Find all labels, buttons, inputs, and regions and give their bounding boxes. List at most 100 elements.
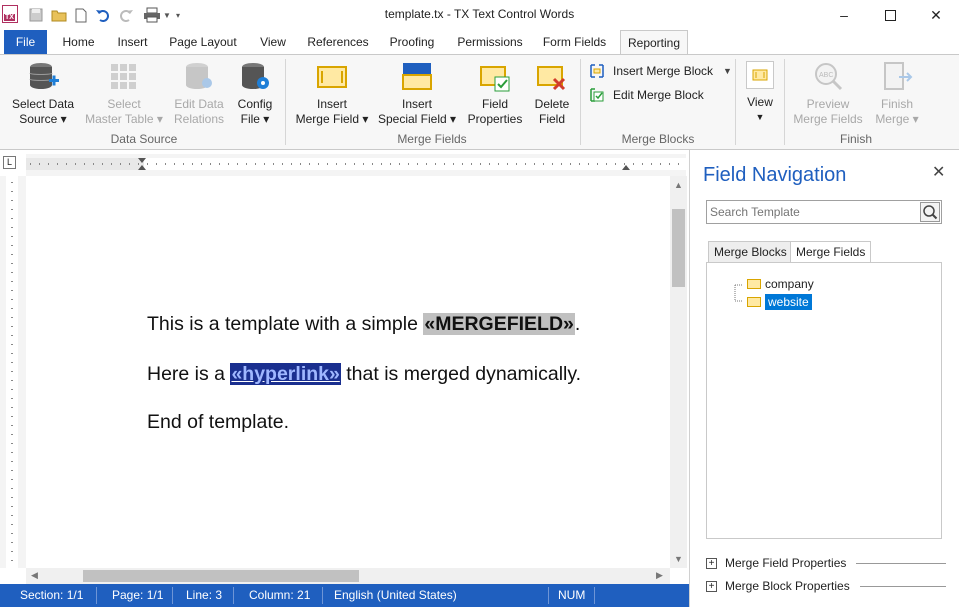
horizontal-scroll-thumb[interactable] — [83, 570, 359, 582]
scroll-left-icon[interactable]: ◀ — [31, 570, 38, 581]
ruler-tick — [246, 163, 247, 165]
scroll-down-icon[interactable]: ▼ — [674, 554, 683, 564]
horizontal-ruler[interactable] — [26, 154, 686, 176]
tab-home[interactable]: Home — [55, 30, 102, 54]
tab-stop-selector[interactable]: L — [3, 156, 16, 169]
status-num-lock: NUM — [558, 588, 586, 602]
ruler-tick — [210, 163, 211, 165]
scroll-up-icon[interactable]: ▲ — [674, 180, 683, 190]
config-file-button[interactable]: Config File ▾ — [232, 61, 278, 127]
tab-references[interactable]: References — [303, 30, 373, 54]
merge-block-properties-expander[interactable]: + Merge Block Properties — [706, 579, 946, 593]
group-label-finish: Finish — [839, 132, 872, 146]
ruler-tick — [372, 163, 373, 165]
ruler-tick — [228, 163, 229, 165]
ruler-tick — [615, 163, 616, 165]
ruler-tick — [516, 163, 517, 165]
finish-merge-icon — [881, 61, 913, 93]
close-icon[interactable]: ✕ — [932, 162, 945, 182]
ruler-tick — [165, 163, 166, 165]
vertical-scrollbar[interactable]: ▲ ▼ — [670, 176, 687, 568]
ruler-tick — [57, 163, 58, 165]
select-data-source-button[interactable]: Select Data Source ▾ — [8, 61, 78, 127]
ruler-tick — [11, 362, 13, 363]
ruler-tick — [219, 163, 220, 165]
ruler-tick — [11, 470, 13, 471]
ruler-tick — [480, 163, 481, 165]
document-line-3[interactable]: End of template. — [147, 411, 289, 434]
ruler-tick — [192, 163, 193, 165]
ruler-tick — [336, 163, 337, 165]
ruler-tick — [138, 163, 139, 165]
tab-merge-fields[interactable]: Merge Fields — [790, 241, 872, 264]
ruler-tick — [11, 542, 13, 543]
ruler-tick — [48, 163, 49, 165]
insert-merge-block-button[interactable]: Insert Merge Block ▼ — [589, 63, 732, 79]
ruler-tick — [102, 163, 103, 165]
merge-field[interactable]: «MERGEFIELD» — [423, 313, 575, 335]
ruler-tick — [11, 398, 13, 399]
close-button[interactable]: ✕ — [913, 0, 959, 30]
tree-item-company[interactable]: company — [747, 277, 814, 291]
tab-merge-blocks[interactable]: Merge Blocks — [708, 241, 793, 263]
ruler-tick — [93, 163, 94, 165]
vertical-scroll-thumb[interactable] — [672, 209, 685, 287]
ruler-tick — [30, 163, 31, 165]
database-add-icon — [27, 61, 59, 93]
search-icon[interactable] — [920, 202, 940, 222]
group-separator — [784, 59, 785, 145]
status-bar: Section: 1/1 Page: 1/1 Line: 3 Column: 2… — [0, 584, 689, 607]
expand-plus-icon: + — [706, 557, 717, 569]
ruler-tick — [11, 560, 13, 561]
chevron-down-icon: ▼ — [723, 66, 732, 76]
ruler-tick — [597, 163, 598, 165]
tree-item-website[interactable]: website — [747, 294, 812, 310]
minimize-button[interactable]: – — [821, 0, 867, 30]
ruler-tick — [11, 209, 13, 210]
ruler-tick — [525, 163, 526, 165]
ruler-tick — [642, 163, 643, 165]
scroll-right-icon[interactable]: ▶ — [656, 570, 663, 581]
delete-field-icon — [536, 61, 568, 93]
ruler-tick — [11, 308, 13, 309]
maximize-button[interactable] — [867, 0, 913, 30]
document-line-2[interactable]: Here is a «hyperlink» that is merged dyn… — [147, 363, 581, 386]
search-input[interactable] — [707, 201, 917, 223]
document-line-1[interactable]: This is a template with a simple «MERGEF… — [147, 313, 580, 336]
insert-merge-field-button[interactable]: Insert Merge Field ▾ — [292, 61, 372, 127]
ruler-tick — [291, 163, 292, 165]
hyperlink-field[interactable]: «hyperlink» — [230, 363, 341, 385]
view-button[interactable]: View ▼ — [741, 61, 779, 125]
tab-file[interactable]: File — [4, 30, 47, 54]
ruler-tick — [111, 163, 112, 165]
horizontal-scrollbar[interactable]: ◀ ▶ — [26, 568, 670, 584]
merge-field-properties-expander[interactable]: + Merge Field Properties — [706, 556, 946, 570]
vertical-ruler[interactable] — [0, 176, 26, 568]
group-separator — [735, 59, 736, 145]
status-language[interactable]: English (United States) — [334, 588, 457, 602]
delete-field-button[interactable]: Delete Field — [530, 61, 574, 127]
ruler-tick — [11, 524, 13, 525]
document-page[interactable]: This is a template with a simple «MERGEF… — [26, 176, 670, 568]
ruler-tick — [11, 299, 13, 300]
tab-proofing[interactable]: Proofing — [383, 30, 441, 54]
tab-form-fields[interactable]: Form Fields — [538, 30, 611, 54]
ruler-tick — [66, 163, 67, 165]
svg-text:ABC: ABC — [819, 72, 833, 79]
select-master-table-button[interactable]: Select Master Table ▾ — [84, 61, 164, 127]
ruler-tick — [11, 272, 13, 273]
tab-permissions[interactable]: Permissions — [452, 30, 528, 54]
merge-field-icon — [747, 297, 761, 307]
tab-page-layout[interactable]: Page Layout — [164, 30, 242, 54]
expand-plus-icon: + — [706, 580, 717, 592]
ruler-tick — [11, 407, 13, 408]
tab-insert[interactable]: Insert — [110, 30, 155, 54]
tab-reporting[interactable]: Reporting — [620, 30, 688, 55]
preview-merge-fields-button[interactable]: ABC Preview Merge Fields — [790, 61, 866, 127]
edit-merge-block-button[interactable]: Edit Merge Block — [589, 87, 704, 103]
field-properties-button[interactable]: Field Properties — [464, 61, 526, 127]
insert-special-field-button[interactable]: Insert Special Field ▾ — [376, 61, 458, 127]
tab-view[interactable]: View — [253, 30, 293, 54]
edit-data-relations-button[interactable]: Edit Data Relations — [168, 61, 230, 127]
finish-merge-button[interactable]: Finish Merge ▾ — [870, 61, 924, 127]
